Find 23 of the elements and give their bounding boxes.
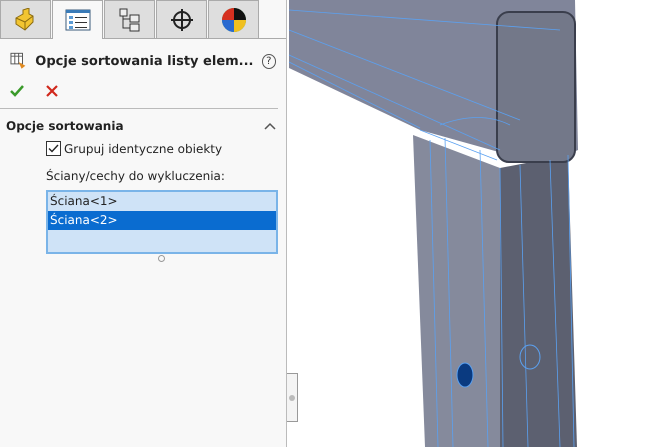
checkbox[interactable] [46,141,61,156]
list-icon [64,9,90,31]
list-item[interactable]: Ściana<1> [48,192,276,211]
field-label: Ściany/cechy do wykluczenia: [45,168,226,183]
tree-icon [118,8,142,32]
checkbox-label: Grupuj identyczne obiekty [64,142,222,156]
cancel-button[interactable] [45,84,59,98]
table-sort-icon [10,52,28,70]
ok-button[interactable] [9,84,25,98]
panel-collapse-handle[interactable] [287,373,298,422]
color-ball-icon [220,6,246,32]
crosshair-icon [170,8,194,32]
section-title: Opcje sortowania [6,119,124,133]
help-button[interactable]: ? [262,54,276,68]
collapse-icon[interactable] [264,122,276,130]
exclude-list[interactable]: Ściana<1> Ściana<2> [46,190,278,254]
panel-tab[interactable] [156,0,207,38]
list-item[interactable]: Ściana<2> [48,211,276,230]
panel-title: Opcje sortowania listy elem... [35,54,254,68]
panel-tab[interactable] [52,0,103,39]
resize-handle[interactable] [158,255,165,262]
panel-tab[interactable] [208,0,259,38]
panel-tab[interactable] [104,0,155,38]
